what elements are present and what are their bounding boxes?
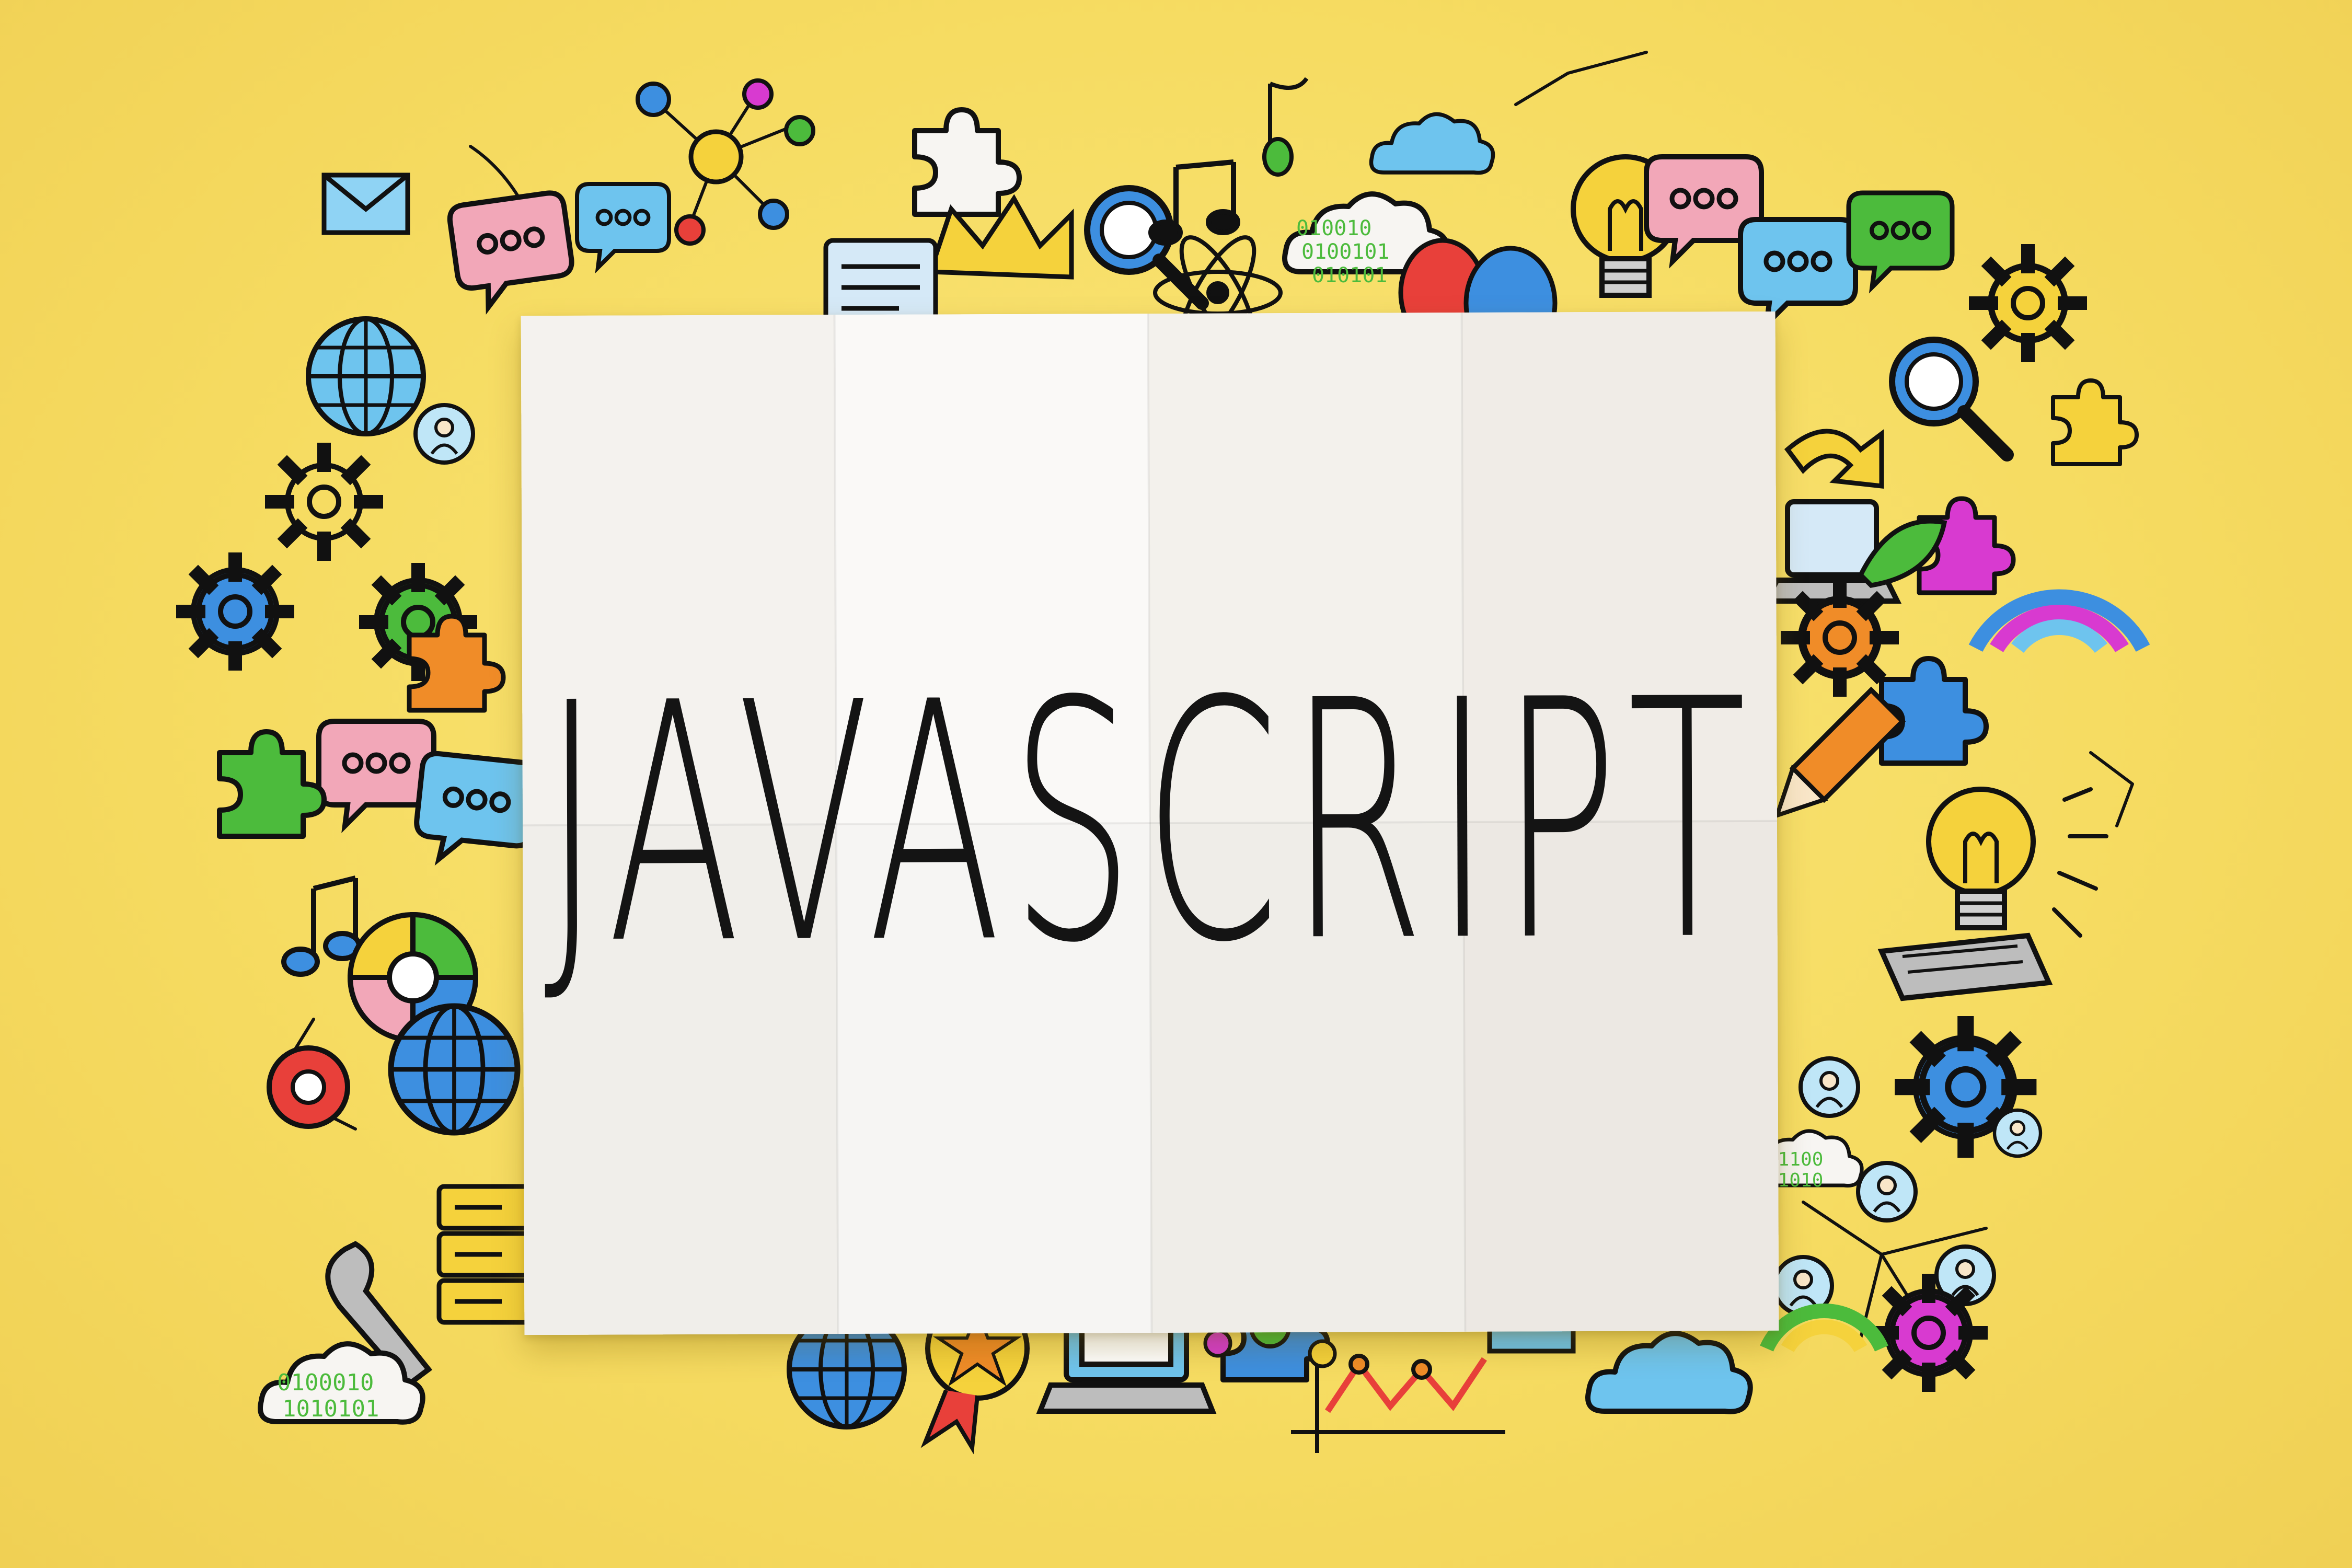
headline-javascript: JAVASCRIPT	[543, 629, 1757, 1017]
svg-text:1010101: 1010101	[282, 1396, 379, 1422]
arrow-icon	[1784, 429, 1884, 489]
puzzle-piece-icon	[915, 110, 1019, 214]
gear-icon	[183, 559, 287, 664]
magnifier-icon	[1087, 188, 1202, 303]
puzzle-piece-icon	[220, 732, 324, 836]
svg-text:010010: 010010	[1296, 216, 1372, 240]
person-icon	[1994, 1110, 2040, 1156]
speech-bubble-icon	[577, 184, 669, 268]
rainbow-icon	[1760, 1304, 1888, 1353]
person-icon	[1801, 1058, 1858, 1116]
magnifier-icon	[1892, 340, 2007, 455]
gear-icon	[1788, 585, 1892, 690]
laptop-icon	[1877, 932, 2053, 1001]
speech-bubble-icon	[1740, 220, 1855, 324]
puzzle-piece-icon	[1882, 659, 1986, 763]
speech-bubble-icon	[1849, 193, 1952, 287]
music-note-icon	[1262, 77, 1309, 177]
person-icon	[416, 405, 473, 463]
location-pin-icon	[267, 1045, 350, 1129]
gear-icon	[272, 449, 376, 554]
svg-text:010101: 010101	[1312, 263, 1388, 287]
lightbulb-icon	[1929, 789, 2033, 928]
globe-icon	[391, 1006, 517, 1133]
speech-bubble-icon	[413, 752, 538, 868]
rainbow-icon	[1968, 589, 2150, 653]
folded-paper-sheet: JAVASCRIPT	[521, 311, 1779, 1335]
music-note-icon	[281, 875, 362, 977]
globe-icon	[308, 319, 423, 434]
gear-icon	[1876, 1281, 1981, 1385]
person-icon	[1858, 1163, 1916, 1220]
cloud-icon	[1371, 114, 1493, 172]
cloud-icon	[1588, 1333, 1750, 1412]
speech-bubble-icon	[448, 191, 577, 311]
puzzle-piece-icon	[2053, 381, 2137, 464]
gear-icon	[1976, 251, 2080, 355]
svg-text:0100010: 0100010	[277, 1369, 374, 1396]
svg-text:0100101: 0100101	[1301, 240, 1390, 264]
envelope-icon	[324, 175, 408, 233]
